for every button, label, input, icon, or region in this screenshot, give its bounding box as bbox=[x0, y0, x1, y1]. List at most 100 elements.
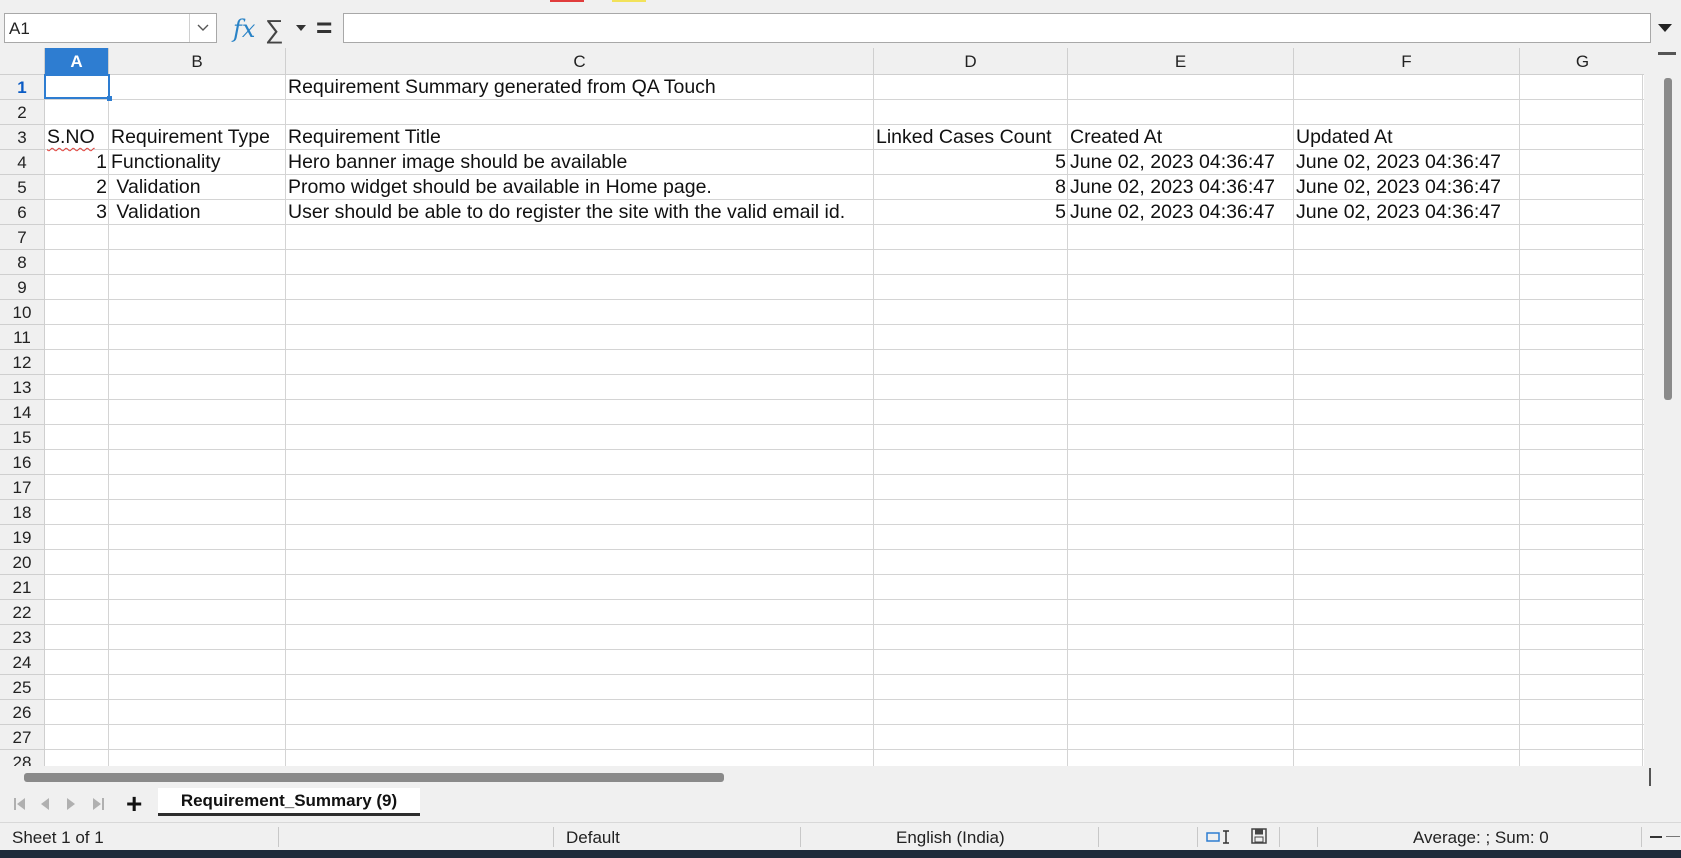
column-header-e[interactable]: E bbox=[1068, 48, 1294, 75]
row-header[interactable]: 4 bbox=[0, 150, 45, 175]
cell-title[interactable]: Promo widget should be available in Home… bbox=[286, 175, 714, 200]
zoom-out-icon[interactable] bbox=[1650, 836, 1662, 838]
selection-summary[interactable]: Average: ; Sum: 0 bbox=[1413, 828, 1549, 848]
cell-type[interactable]: Validation bbox=[109, 175, 203, 200]
zoom-slider[interactable] bbox=[1666, 836, 1680, 837]
save-status-icon bbox=[1251, 828, 1267, 849]
row-header[interactable]: 12 bbox=[0, 350, 45, 375]
column-header-d[interactable]: D bbox=[874, 48, 1068, 75]
fill-handle[interactable] bbox=[107, 96, 112, 101]
column-header-c[interactable]: C bbox=[286, 48, 874, 75]
row-header[interactable]: 27 bbox=[0, 725, 45, 750]
cell-created[interactable]: June 02, 2023 04:36:47 bbox=[1068, 200, 1277, 225]
row-header[interactable]: 23 bbox=[0, 625, 45, 650]
row-header[interactable]: 19 bbox=[0, 525, 45, 550]
row-header[interactable]: 3 bbox=[0, 125, 45, 150]
toolbar-fragment-red bbox=[550, 0, 584, 2]
row-header[interactable]: 15 bbox=[0, 425, 45, 450]
taskbar-strip bbox=[0, 850, 1681, 858]
row-header[interactable]: 10 bbox=[0, 300, 45, 325]
header-cell-updated[interactable]: Updated At bbox=[1294, 125, 1395, 150]
split-handle[interactable] bbox=[1658, 52, 1676, 55]
column-header-a[interactable]: A bbox=[45, 48, 109, 75]
row-header[interactable]: 14 bbox=[0, 400, 45, 425]
row-header[interactable]: 20 bbox=[0, 550, 45, 575]
cell-sno[interactable]: 3 bbox=[45, 200, 109, 225]
row-header[interactable]: 13 bbox=[0, 375, 45, 400]
cell-updated[interactable]: June 02, 2023 04:36:47 bbox=[1294, 175, 1503, 200]
horizontal-scrollbar[interactable] bbox=[0, 766, 1651, 786]
cell-created[interactable]: June 02, 2023 04:36:47 bbox=[1068, 175, 1277, 200]
column-header-f[interactable]: F bbox=[1294, 48, 1520, 75]
row-header[interactable]: 1 bbox=[0, 75, 45, 100]
sheet-tab-requirement-summary[interactable]: Requirement_Summary (9) bbox=[158, 788, 420, 816]
cell-sno[interactable]: 2 bbox=[45, 175, 109, 200]
status-divider bbox=[278, 827, 279, 847]
row-header[interactable]: 11 bbox=[0, 325, 45, 350]
row-header[interactable]: 2 bbox=[0, 100, 45, 125]
row-header[interactable]: 16 bbox=[0, 450, 45, 475]
row-header[interactable]: 9 bbox=[0, 275, 45, 300]
horizontal-scroll-thumb[interactable] bbox=[24, 773, 724, 782]
chevron-down-icon[interactable] bbox=[189, 14, 216, 42]
previous-sheet-icon[interactable] bbox=[40, 797, 50, 813]
equals-icon[interactable]: = bbox=[316, 14, 332, 42]
row-header[interactable]: 7 bbox=[0, 225, 45, 250]
row-header[interactable]: 22 bbox=[0, 600, 45, 625]
formula-bar: A1 fx ∑ = bbox=[0, 8, 1681, 48]
vertical-scrollbar[interactable] bbox=[1644, 48, 1681, 766]
header-cell-linked[interactable]: Linked Cases Count bbox=[874, 125, 1054, 150]
cell-title[interactable]: Hero banner image should be available bbox=[286, 150, 629, 175]
column-gridline bbox=[1642, 75, 1643, 766]
name-box[interactable]: A1 bbox=[4, 13, 217, 43]
cell-created[interactable]: June 02, 2023 04:36:47 bbox=[1068, 150, 1277, 175]
cell-linked[interactable]: 5 bbox=[874, 200, 1068, 225]
status-divider bbox=[1641, 827, 1642, 847]
row-header[interactable]: 24 bbox=[0, 650, 45, 675]
last-sheet-icon[interactable] bbox=[92, 797, 104, 813]
cell-updated[interactable]: June 02, 2023 04:36:47 bbox=[1294, 200, 1503, 225]
row-header[interactable]: 6 bbox=[0, 200, 45, 225]
cell-type[interactable]: Functionality bbox=[109, 150, 222, 175]
header-cell-created[interactable]: Created At bbox=[1068, 125, 1164, 150]
spreadsheet-grid[interactable]: A B C D E F G 1 2 3 4 5 6 7 8 9 10 11 12 13 14 15 16 17 1… bbox=[0, 48, 1644, 766]
language[interactable]: English (India) bbox=[896, 828, 1005, 848]
function-wizard-icon[interactable]: fx bbox=[233, 17, 255, 41]
horizontal-split-handle[interactable] bbox=[1649, 768, 1651, 786]
header-cell-type[interactable]: Requirement Type bbox=[109, 125, 272, 150]
column-header-g[interactable]: G bbox=[1520, 48, 1644, 75]
column-gridline bbox=[1519, 75, 1520, 766]
select-all-corner[interactable] bbox=[0, 48, 45, 75]
cell-type[interactable]: Validation bbox=[109, 200, 203, 225]
row-header[interactable]: 18 bbox=[0, 500, 45, 525]
header-cell-sno[interactable]: S.NO bbox=[45, 125, 97, 150]
row-header[interactable]: 28 bbox=[0, 750, 45, 766]
row-header[interactable]: 17 bbox=[0, 475, 45, 500]
status-divider bbox=[1197, 827, 1198, 847]
selection-mode-icon[interactable] bbox=[1206, 829, 1232, 850]
row-header[interactable]: 8 bbox=[0, 250, 45, 275]
cell-sno[interactable]: 1 bbox=[45, 150, 109, 175]
cell-linked[interactable]: 8 bbox=[874, 175, 1068, 200]
cell-updated[interactable]: June 02, 2023 04:36:47 bbox=[1294, 150, 1503, 175]
cell-title[interactable]: User should be able to do register the s… bbox=[286, 200, 847, 225]
cell-linked[interactable]: 5 bbox=[874, 150, 1068, 175]
next-sheet-icon[interactable] bbox=[66, 797, 76, 813]
status-bar: Sheet 1 of 1 Default English (India) Ave… bbox=[0, 822, 1681, 851]
page-style[interactable]: Default bbox=[566, 828, 620, 848]
sum-dropdown-icon[interactable] bbox=[296, 25, 306, 31]
sum-icon[interactable]: ∑ bbox=[265, 16, 284, 42]
vertical-scroll-thumb[interactable] bbox=[1664, 78, 1672, 400]
formula-input[interactable] bbox=[343, 13, 1651, 43]
row-header[interactable]: 26 bbox=[0, 700, 45, 725]
expand-formula-icon[interactable] bbox=[1658, 24, 1672, 32]
add-sheet-icon[interactable]: + bbox=[126, 790, 142, 818]
row-header[interactable]: 5 bbox=[0, 175, 45, 200]
report-title-cell[interactable]: Requirement Summary generated from QA To… bbox=[286, 75, 718, 100]
cell-cursor[interactable] bbox=[44, 74, 112, 101]
row-header[interactable]: 21 bbox=[0, 575, 45, 600]
header-cell-title[interactable]: Requirement Title bbox=[286, 125, 443, 150]
first-sheet-icon[interactable] bbox=[14, 797, 26, 813]
column-header-b[interactable]: B bbox=[109, 48, 286, 75]
row-header[interactable]: 25 bbox=[0, 675, 45, 700]
